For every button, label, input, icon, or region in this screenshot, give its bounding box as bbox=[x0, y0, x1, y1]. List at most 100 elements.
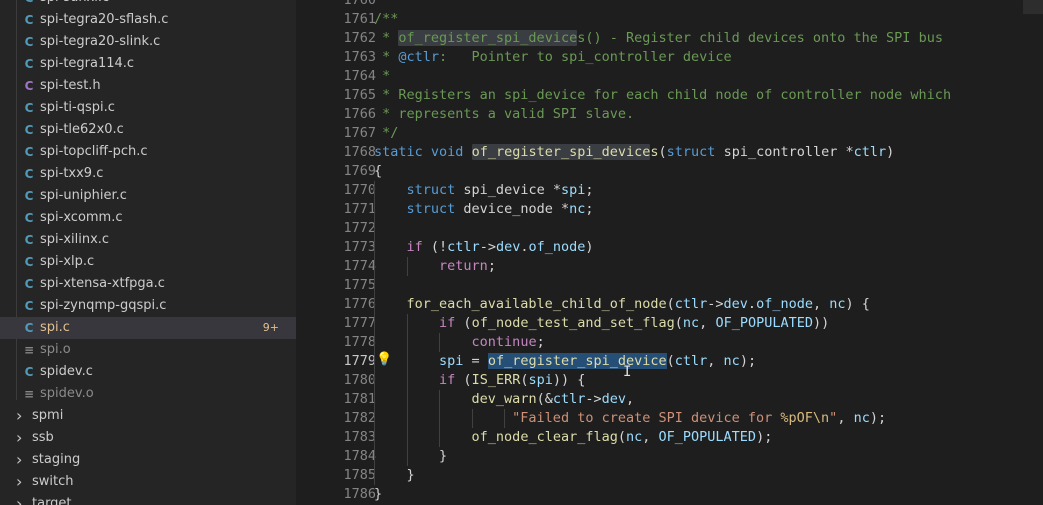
code-token: ); bbox=[869, 410, 887, 426]
indent-guide bbox=[471, 409, 473, 428]
c-file-icon: C bbox=[24, 211, 34, 225]
code-line[interactable]: */ bbox=[374, 124, 398, 143]
folder-item[interactable]: › spmi bbox=[0, 405, 296, 427]
file-item[interactable]: Cspi-tegra20-sflash.c bbox=[0, 9, 296, 31]
code-line[interactable]: dev_warn(&ctlr->dev, bbox=[374, 390, 635, 409]
code-line[interactable]: return; bbox=[374, 257, 496, 276]
line-number: 1779 bbox=[343, 353, 376, 369]
file-name: spi-tle62x0.c bbox=[40, 122, 124, 137]
file-item[interactable]: Cspi-topcliff-pch.c bbox=[0, 141, 296, 163]
code-token: ( bbox=[674, 315, 683, 331]
code-line[interactable]: struct spi_device *spi; bbox=[374, 181, 594, 200]
code-token: if bbox=[439, 372, 456, 388]
code-line[interactable]: * @ctlr: Pointer to spi_controller devic… bbox=[374, 48, 732, 67]
code-line[interactable]: * bbox=[374, 67, 390, 86]
file-item[interactable]: Cspi-xcomm.c bbox=[0, 207, 296, 229]
code-token: ctlr bbox=[853, 144, 887, 160]
file-item[interactable]: Cspi-xtensa-xtfpga.c bbox=[0, 273, 296, 295]
code-token: ( bbox=[455, 315, 472, 331]
code-line[interactable]: * of_register_spi_devices() - Register c… bbox=[374, 29, 943, 48]
code-line[interactable]: * represents a valid SPI slave. bbox=[374, 105, 634, 124]
code-line[interactable]: struct device_node *nc; bbox=[374, 200, 594, 219]
line-number: 1782 bbox=[343, 410, 376, 426]
line-number: 1770 bbox=[343, 182, 376, 198]
code-token: dev bbox=[723, 296, 748, 312]
code-line[interactable]: } bbox=[374, 447, 447, 466]
indent-guide bbox=[406, 314, 408, 466]
code-token: for_each_available_child_of_node bbox=[406, 296, 667, 312]
chevron-right-icon: › bbox=[16, 450, 23, 469]
file-name: spidev.c bbox=[40, 364, 93, 379]
file-item[interactable]: Cspi-xlp.c bbox=[0, 251, 296, 273]
c-file-icon: C bbox=[24, 233, 34, 247]
code-token: } bbox=[374, 486, 383, 502]
c-file-icon: C bbox=[24, 13, 34, 27]
code-line[interactable]: for_each_available_child_of_node(ctlr->d… bbox=[374, 295, 870, 314]
code-token: ( bbox=[666, 353, 675, 369]
code-line[interactable]: } bbox=[374, 485, 382, 504]
editor-overview-corner bbox=[1023, 0, 1043, 14]
code-token: spi bbox=[528, 372, 553, 388]
code-line[interactable]: of_node_clear_flag(nc, OF_POPULATED); bbox=[374, 428, 773, 447]
folder-item[interactable]: › staging bbox=[0, 449, 296, 471]
file-item[interactable]: Cspi-ti-qspi.c bbox=[0, 97, 296, 119]
code-token: ) bbox=[585, 239, 594, 255]
file-item[interactable]: Cspi-tegra20-slink.c bbox=[0, 31, 296, 53]
file-item[interactable]: Cspi-tegra114.c bbox=[0, 53, 296, 75]
code-editor[interactable]: 1760 1761/** 1762 * of_register_spi_devic… bbox=[296, 0, 1043, 505]
file-item[interactable]: ≡ spi.o bbox=[0, 339, 296, 361]
code-line[interactable]: static void of_register_spi_devices(stru… bbox=[374, 143, 894, 162]
code-token: ( bbox=[666, 296, 675, 312]
line-number: 1762 bbox=[343, 30, 376, 46]
file-item[interactable]: ≡ spidev.o bbox=[0, 383, 296, 405]
folder-item[interactable]: › target bbox=[0, 493, 296, 505]
line-number: 1780 bbox=[343, 372, 376, 388]
code-line[interactable]: { bbox=[374, 162, 382, 181]
file-item[interactable]: Cspi-txx9.c bbox=[0, 163, 296, 185]
code-token: of_node bbox=[528, 239, 586, 255]
code-token: * bbox=[374, 30, 399, 46]
folder-name: target bbox=[32, 496, 72, 505]
code-line[interactable]: } bbox=[374, 466, 415, 485]
code-token: , bbox=[837, 410, 854, 426]
code-token: , bbox=[707, 353, 724, 369]
file-item[interactable]: Cspi-tle62x0.c bbox=[0, 119, 296, 141]
code-line[interactable]: "Failed to create SPI device for %pOF\n"… bbox=[374, 409, 886, 428]
folder-item[interactable]: › switch bbox=[0, 471, 296, 493]
file-item[interactable]: Cspi-sunxi.c bbox=[0, 0, 296, 9]
file-name: spi-topcliff-pch.c bbox=[40, 144, 148, 159]
code-token: = bbox=[463, 353, 488, 369]
code-token: ; bbox=[536, 334, 545, 350]
file-item[interactable]: Cspidev.c bbox=[0, 361, 296, 383]
line-number: 1783 bbox=[343, 429, 376, 445]
file-item[interactable]: Cspi.c 9+ bbox=[0, 317, 296, 339]
code-token: nc bbox=[829, 296, 846, 312]
code-token: ctlr bbox=[674, 296, 708, 312]
file-item[interactable]: Cspi-xilinx.c bbox=[0, 229, 296, 251]
code-token: , bbox=[642, 429, 659, 445]
c-file-icon: C bbox=[24, 277, 34, 291]
folder-item[interactable]: › ssb bbox=[0, 427, 296, 449]
code-token: continue bbox=[471, 334, 537, 350]
lightbulb-icon[interactable]: 💡 bbox=[376, 352, 392, 367]
code-line[interactable]: if (of_node_test_and_set_flag(nc, OF_POP… bbox=[374, 314, 829, 333]
line-number: 1769 bbox=[343, 163, 376, 179]
code-line[interactable]: * Registers an spi_device for each child… bbox=[374, 86, 951, 105]
file-item[interactable]: Cspi-zynqmp-gqspi.c bbox=[0, 295, 296, 317]
code-line[interactable]: if (!ctlr->dev.of_node) bbox=[374, 238, 594, 257]
file-item[interactable]: Cspi-uniphier.c bbox=[0, 185, 296, 207]
code-line[interactable]: /** bbox=[374, 10, 398, 29]
line-number: 1777 bbox=[343, 315, 376, 331]
file-item[interactable]: Cspi-test.h bbox=[0, 75, 296, 97]
file-name: spi-tegra20-slink.c bbox=[40, 34, 161, 49]
line-number: 1786 bbox=[343, 486, 376, 502]
line-number: 1781 bbox=[343, 391, 376, 407]
line-number: 1767 bbox=[343, 125, 376, 141]
code-token: spi_device * bbox=[455, 182, 561, 198]
binary-file-icon: ≡ bbox=[23, 387, 35, 401]
code-line[interactable]: continue; bbox=[374, 333, 545, 352]
code-token: ); bbox=[756, 429, 773, 445]
file-name: spi-txx9.c bbox=[40, 166, 104, 181]
code-line[interactable]: spi = of_register_spi_device(ctlr, nc); bbox=[374, 352, 756, 371]
